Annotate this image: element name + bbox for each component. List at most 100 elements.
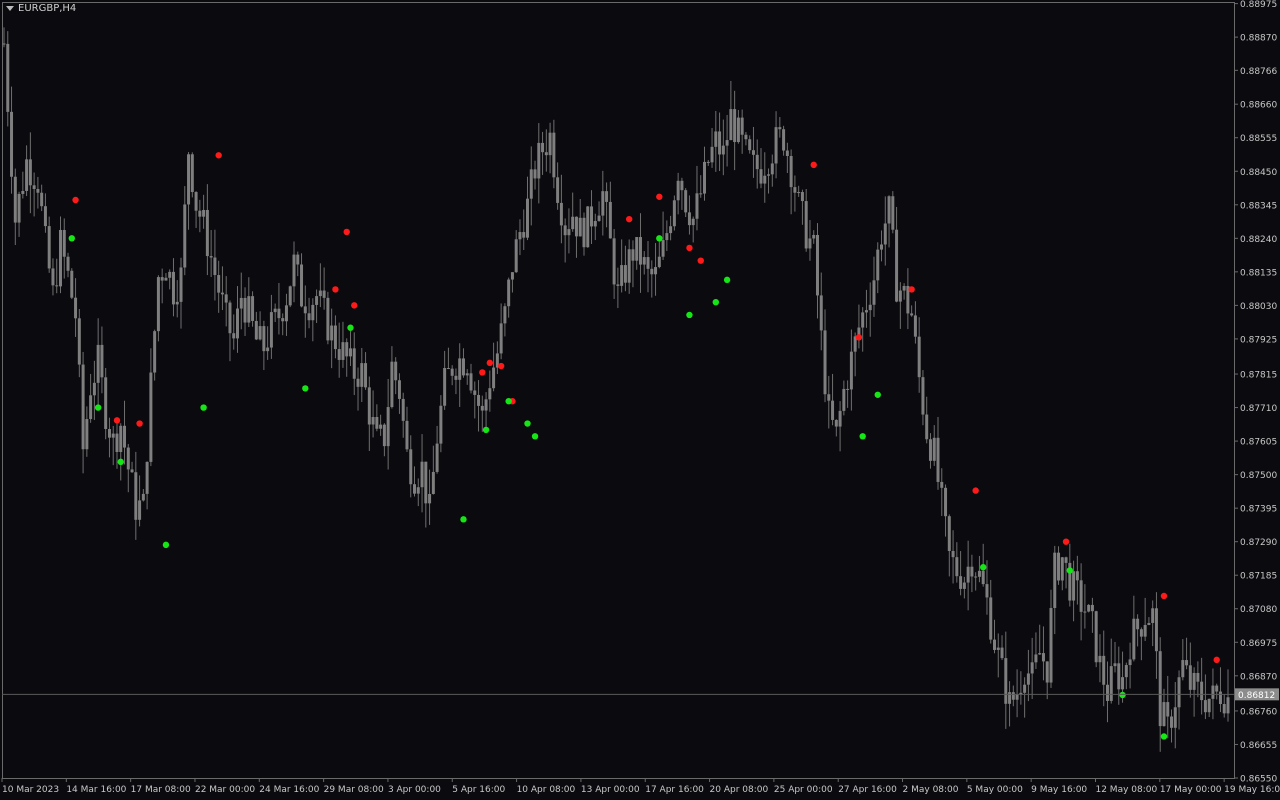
candle-body: [646, 257, 650, 269]
signal-up-dot: [497, 362, 505, 370]
candle-body: [571, 216, 575, 230]
candle-body: [959, 576, 963, 589]
candle-body: [1053, 552, 1057, 608]
candle-body: [382, 424, 386, 447]
candle-body: [977, 570, 981, 577]
candle-body: [1049, 607, 1053, 683]
candle-body: [123, 425, 127, 448]
candle-body: [966, 566, 970, 583]
candle-body: [586, 206, 590, 248]
candle-body: [360, 363, 364, 387]
candle-body: [330, 325, 334, 341]
signal-down-dot: [347, 324, 354, 331]
candle-body: [808, 238, 812, 249]
candle-body: [910, 313, 914, 316]
candle-body: [1060, 557, 1064, 581]
candle-body: [1026, 673, 1030, 685]
candle-body: [160, 277, 164, 281]
candle-body: [751, 150, 755, 155]
candle-body: [247, 296, 251, 323]
y-tick-label: 0.86655: [1240, 741, 1277, 751]
candle-body: [951, 550, 955, 558]
candle-body: [175, 301, 179, 305]
x-tick-label: 9 May 16:00: [1031, 785, 1087, 795]
candle-body: [164, 277, 168, 281]
y-tick-label: 0.87605: [1240, 438, 1277, 448]
candle-body: [1105, 684, 1109, 701]
candle-body: [514, 239, 518, 273]
candle-body: [846, 388, 850, 390]
candle-body: [864, 310, 868, 313]
candle-body: [804, 201, 808, 249]
candle-body: [669, 226, 673, 234]
candle-body: [940, 481, 944, 488]
candle-body: [657, 256, 661, 268]
candle-body: [842, 388, 846, 411]
candle-body: [473, 390, 477, 395]
candle-body: [43, 206, 47, 227]
candle-body: [311, 304, 315, 321]
x-tick-label: 20 Apr 08:00: [710, 785, 769, 795]
signal-up-dot: [1160, 592, 1168, 600]
candle-body: [736, 117, 740, 143]
candle-body: [96, 344, 100, 383]
signal-down-dot: [1160, 733, 1168, 740]
candle-body: [100, 344, 104, 378]
candle-body: [119, 425, 123, 453]
candle-body: [85, 419, 89, 450]
y-tick-label: 0.88766: [1240, 67, 1277, 77]
candle-body: [883, 223, 887, 245]
candle-body: [541, 142, 545, 153]
candle-body: [375, 416, 379, 429]
candle-body: [36, 188, 40, 193]
candle-body: [970, 566, 974, 577]
candle-body: [1090, 604, 1094, 612]
candle-body: [601, 191, 605, 216]
candle-body: [130, 469, 134, 473]
candle-body: [665, 233, 669, 241]
candle-body: [684, 190, 688, 213]
y-tick-label: 0.88240: [1240, 235, 1277, 245]
candle-body: [507, 279, 511, 307]
candle-body: [989, 597, 993, 640]
candle-body: [1015, 694, 1019, 700]
signal-up-dot: [351, 302, 358, 309]
candle-body: [782, 129, 786, 151]
candle-body: [326, 297, 330, 341]
candle-body: [774, 127, 778, 164]
candle-body: [525, 198, 529, 238]
candle-body: [1117, 663, 1121, 690]
y-tick-label: 0.87500: [1240, 471, 1277, 481]
candle-body: [66, 256, 70, 271]
candle-body: [315, 296, 319, 305]
candle-body: [962, 582, 966, 589]
candle-body: [47, 226, 51, 269]
signal-up-dot: [855, 334, 863, 341]
candle-body: [917, 336, 921, 378]
candle-body: [623, 265, 627, 283]
signal-down-dot: [117, 458, 124, 466]
chevron-down-icon[interactable]: [6, 6, 14, 11]
candle-body: [187, 154, 191, 205]
candle-body: [593, 220, 597, 227]
candle-body: [232, 333, 236, 339]
candle-body: [518, 232, 522, 240]
candle-body: [89, 395, 93, 420]
candle-body: [439, 405, 443, 444]
candle-body: [32, 185, 36, 189]
candle-body: [1158, 651, 1162, 727]
candle-body: [797, 192, 801, 194]
candle-body: [202, 209, 206, 217]
y-tick-label: 0.88975: [1240, 0, 1277, 10]
signal-up-dot: [136, 420, 143, 427]
candle-body: [70, 270, 74, 298]
price-chart[interactable]: 0.88975 0.88870 0.88766 0.88660 0.88555 0.884…: [0, 0, 1280, 800]
signal-down-dot: [686, 311, 693, 319]
symbol-label[interactable]: EURGBP,H4: [6, 3, 76, 14]
candle-body: [510, 272, 514, 280]
candle-body: [1121, 677, 1125, 690]
candle-body: [251, 296, 255, 321]
signal-down-dot: [874, 391, 881, 398]
candle-body: [1038, 653, 1042, 655]
candle-body: [292, 254, 296, 287]
